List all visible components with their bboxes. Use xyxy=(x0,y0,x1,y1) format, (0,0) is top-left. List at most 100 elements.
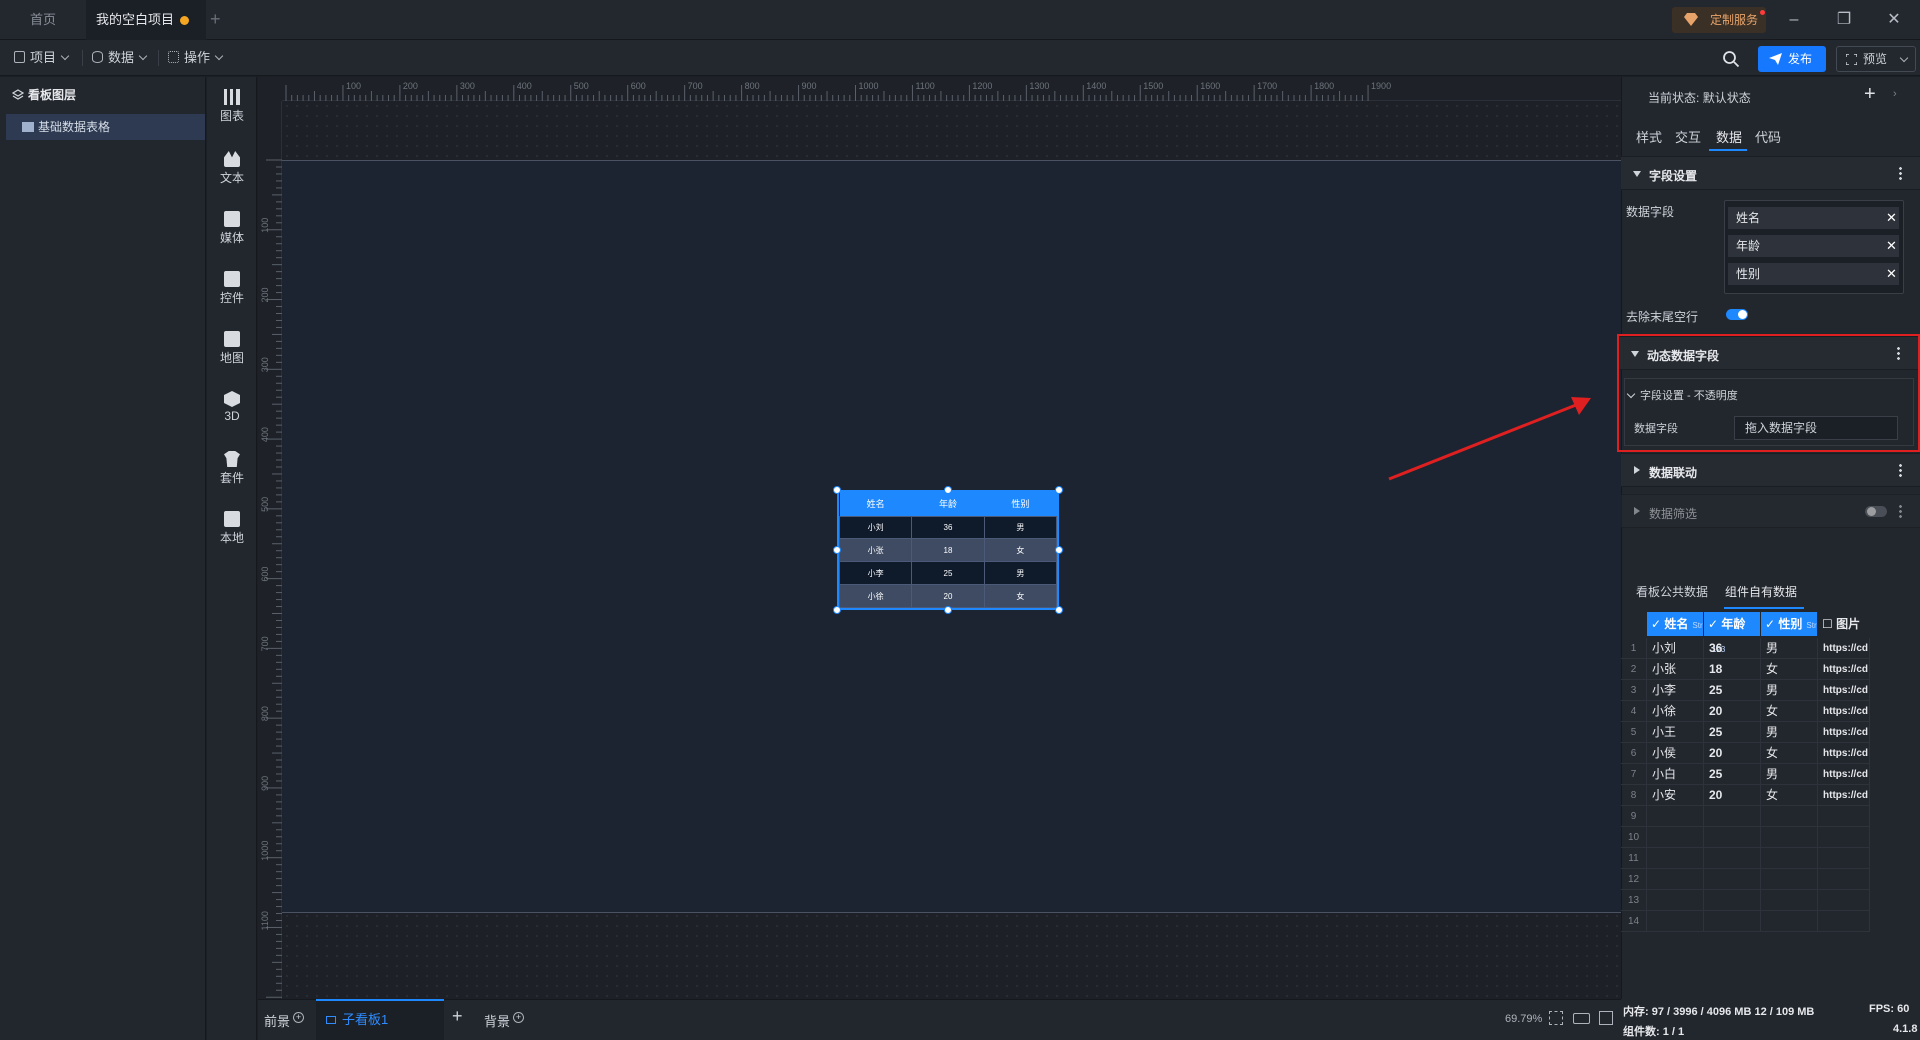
tab-home[interactable]: 首页 xyxy=(0,0,86,40)
checkbox-checked-icon[interactable]: ✓ xyxy=(1765,617,1778,631)
resize-handle[interactable] xyxy=(833,546,841,554)
field-settings-header[interactable]: 字段设置 xyxy=(1621,156,1920,190)
chevron-right-icon[interactable]: › xyxy=(1893,88,1897,100)
grid-column-header[interactable]: ✓ 姓名 Str xyxy=(1647,612,1703,636)
grid-cell[interactable]: 25 xyxy=(1704,764,1761,785)
grid-cell[interactable]: 25 xyxy=(1704,680,1761,701)
tab-code[interactable]: 代码 xyxy=(1755,127,1781,146)
data-grid[interactable]: ✓ 姓名 Str ✓ 年龄123 ✓ 性别 Str ☐ 图片 1 小刘 36 男 https://c… xyxy=(1621,612,1920,995)
layer-item-table[interactable]: 基础数据表格 xyxy=(6,114,205,140)
background-tab[interactable]: 背景 + xyxy=(484,1011,525,1030)
grid-cell[interactable] xyxy=(1647,806,1704,827)
grid-cell[interactable] xyxy=(1761,806,1818,827)
foreground-tab[interactable]: 前景 + xyxy=(264,1011,305,1030)
checkbox-checked-icon[interactable]: ✓ xyxy=(1708,617,1721,631)
grid-cell[interactable]: 女 xyxy=(1761,743,1818,764)
grid-cell[interactable] xyxy=(1818,827,1870,848)
remove-icon[interactable]: ✕ xyxy=(1886,207,1897,229)
grid-cell[interactable]: 小安 xyxy=(1647,785,1704,806)
data-menu[interactable]: 数据 xyxy=(92,48,148,68)
component-local[interactable]: 本地 xyxy=(207,511,257,546)
field-chip[interactable]: 性别 ✕ xyxy=(1728,263,1899,285)
grid-cell[interactable]: 男 xyxy=(1761,638,1818,659)
data-filter-toggle[interactable] xyxy=(1865,506,1887,517)
grid-cell[interactable]: 男 xyxy=(1761,722,1818,743)
restore-icon[interactable]: ❐ xyxy=(1832,8,1856,32)
grid-cell[interactable]: https://cd xyxy=(1818,764,1870,785)
grid-cell[interactable] xyxy=(1647,890,1704,911)
grid-cell[interactable]: 男 xyxy=(1761,680,1818,701)
grid-column-header[interactable]: ☐ 图片 xyxy=(1818,612,1869,636)
remove-icon[interactable]: ✕ xyxy=(1886,235,1897,257)
add-state-icon[interactable]: + xyxy=(1864,83,1876,106)
grid-cell[interactable]: 小侯 xyxy=(1647,743,1704,764)
grid-cell[interactable] xyxy=(1647,911,1704,932)
grid-cell[interactable]: https://cd xyxy=(1818,680,1870,701)
grid-cell[interactable] xyxy=(1647,869,1704,890)
grid-cell[interactable]: 20 xyxy=(1704,701,1761,722)
zoom-level[interactable]: 69.79% xyxy=(1505,1013,1542,1025)
resize-handle[interactable] xyxy=(833,606,841,614)
grid-cell[interactable]: https://cd xyxy=(1818,743,1870,764)
grid-cell[interactable] xyxy=(1761,848,1818,869)
remove-icon[interactable]: ✕ xyxy=(1886,263,1897,285)
publish-button[interactable]: 发布 xyxy=(1758,46,1826,72)
grid-cell[interactable]: 女 xyxy=(1761,659,1818,680)
grid-column-header[interactable]: ✓ 性别 Str xyxy=(1761,612,1817,636)
component-map[interactable]: 地图 xyxy=(207,331,257,366)
resize-handle[interactable] xyxy=(944,486,952,494)
grid-cell[interactable] xyxy=(1647,848,1704,869)
grid-cell[interactable]: https://cd xyxy=(1818,638,1870,659)
grid-column-header[interactable]: ✓ 年龄123 xyxy=(1704,612,1760,654)
grid-cell[interactable]: https://cd xyxy=(1818,701,1870,722)
trim-empty-rows-toggle[interactable] xyxy=(1726,309,1748,320)
grid-cell[interactable]: 20 xyxy=(1704,785,1761,806)
checkbox-checked-icon[interactable]: ✓ xyxy=(1651,617,1664,631)
grid-cell[interactable]: 小王 xyxy=(1647,722,1704,743)
project-menu[interactable]: 项目 xyxy=(14,48,70,68)
grid-cell[interactable] xyxy=(1818,869,1870,890)
field-chip[interactable]: 姓名 ✕ xyxy=(1728,207,1899,229)
more-icon[interactable] xyxy=(1899,504,1902,518)
resize-handle[interactable] xyxy=(1055,606,1063,614)
component-chart[interactable]: 图表 xyxy=(207,89,257,124)
grid-cell[interactable]: 25 xyxy=(1704,722,1761,743)
close-icon[interactable]: ✕ xyxy=(1882,8,1906,32)
grid-cell[interactable]: 女 xyxy=(1761,785,1818,806)
grid-cell[interactable] xyxy=(1704,806,1761,827)
grid-cell[interactable]: https://cd xyxy=(1818,659,1870,680)
terminal-icon[interactable] xyxy=(1599,1011,1613,1025)
grid-cell[interactable] xyxy=(1818,806,1870,827)
grid-cell[interactable] xyxy=(1818,911,1870,932)
component-control[interactable]: 控件 xyxy=(207,271,257,306)
grid-cell[interactable] xyxy=(1704,848,1761,869)
add-tab-icon[interactable]: + xyxy=(210,9,221,30)
resize-handle[interactable] xyxy=(944,606,952,614)
grid-cell[interactable]: 小张 xyxy=(1647,659,1704,680)
grid-cell[interactable] xyxy=(1761,869,1818,890)
fit-screen-icon[interactable] xyxy=(1549,1011,1563,1025)
grid-cell[interactable]: 小白 xyxy=(1647,764,1704,785)
grid-cell[interactable] xyxy=(1704,869,1761,890)
more-icon[interactable] xyxy=(1899,166,1902,180)
add-circle-icon[interactable]: + xyxy=(293,1012,305,1023)
table-widget[interactable]: 姓名 年龄 性别 小刘 36 男 小张 18 女 小李 25 男 小徐 20 女 xyxy=(837,490,1059,610)
grid-cell[interactable]: 女 xyxy=(1761,701,1818,722)
grid-cell[interactable]: 男 xyxy=(1761,764,1818,785)
grid-cell[interactable] xyxy=(1704,890,1761,911)
more-icon[interactable] xyxy=(1899,463,1902,477)
grid-cell[interactable]: https://cd xyxy=(1818,722,1870,743)
component-kit[interactable]: 套件 xyxy=(207,451,257,486)
tab-interaction[interactable]: 交互 xyxy=(1675,127,1701,146)
preview-button[interactable]: 预览 xyxy=(1836,46,1916,72)
tab-own-data[interactable]: 组件自有数据 xyxy=(1725,583,1797,600)
minimize-icon[interactable]: – xyxy=(1782,8,1806,32)
grid-cell[interactable] xyxy=(1704,827,1761,848)
tab-style[interactable]: 样式 xyxy=(1636,127,1662,146)
add-board-icon[interactable]: + xyxy=(452,1006,463,1027)
add-circle-icon[interactable]: + xyxy=(513,1012,525,1023)
data-linkage-header[interactable]: 数据联动 xyxy=(1621,453,1920,487)
grid-cell[interactable]: https://cd xyxy=(1818,785,1870,806)
component-3d[interactable]: 3D xyxy=(207,391,257,423)
grid-cell[interactable]: 18 xyxy=(1704,659,1761,680)
